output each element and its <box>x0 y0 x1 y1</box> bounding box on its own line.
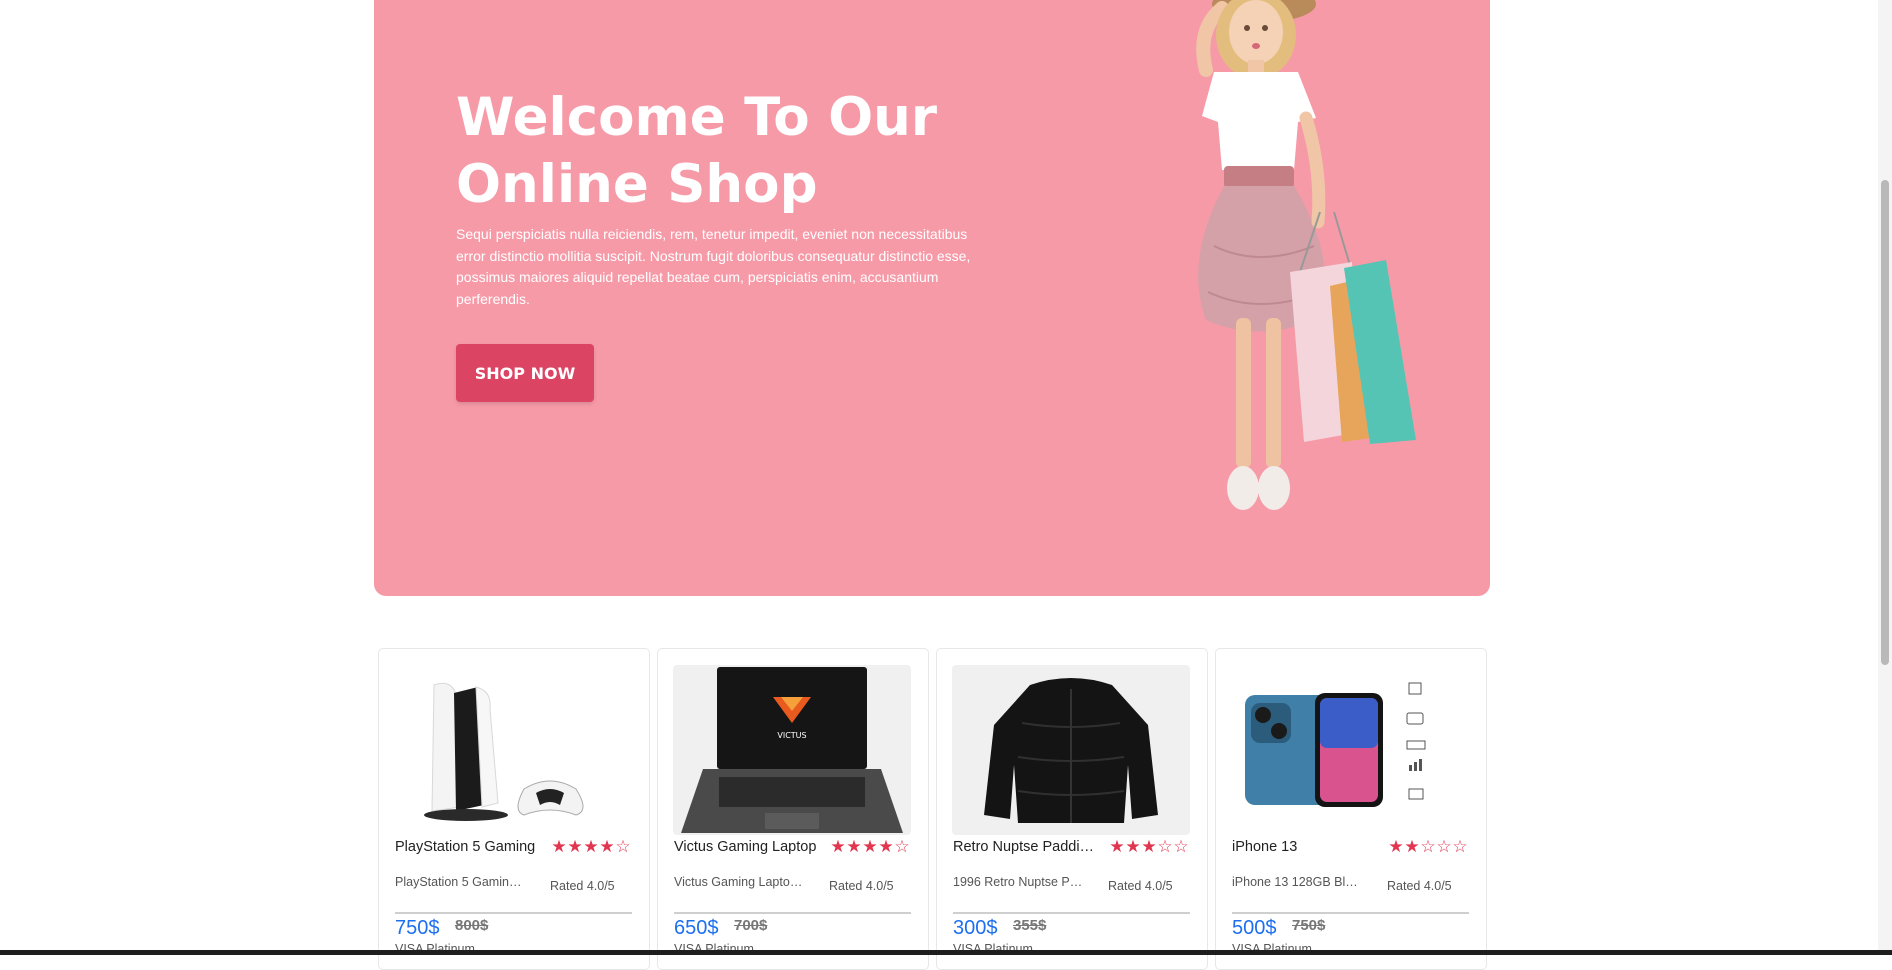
star-rating: ★ ★ ★ ☆ ☆ <box>1109 837 1189 857</box>
product-description: PlayStation 5 Gaming... <box>395 875 525 889</box>
divider <box>674 912 911 914</box>
star-filled-icon: ★ <box>583 837 599 856</box>
star-filled-icon: ★ <box>1141 837 1157 856</box>
product-description: Victus Gaming Laptop... <box>674 875 804 889</box>
product-card[interactable]: VICTUS Victus Gaming Laptop ★ ★ ★ ★ ☆ Victus… <box>657 648 929 970</box>
playstation-5-image[interactable] <box>394 665 632 835</box>
product-name[interactable]: PlayStation 5 Gaming <box>395 839 540 855</box>
bottom-bar <box>0 950 1892 955</box>
star-filled-icon: ★ <box>1388 837 1404 856</box>
product-description: 1996 Retro Nuptse Pa... <box>953 875 1083 889</box>
product-card[interactable]: Retro Nuptse Padding... ★ ★ ★ ☆ ☆ 1996 Retro… <box>936 648 1208 970</box>
girl-with-shopping-bags-image <box>1196 0 1416 510</box>
rated-label: Rated 4.0/5 <box>1387 879 1452 893</box>
star-filled-icon: ★ <box>878 837 894 856</box>
product-card[interactable]: PlayStation 5 Gaming ★ ★ ★ ★ ☆ PlayStation 5… <box>378 648 650 970</box>
shop-now-button[interactable]: SHOP NOW <box>456 344 594 402</box>
star-empty-icon: ☆ <box>1420 837 1436 856</box>
star-empty-icon: ☆ <box>894 837 910 856</box>
hero-banner: Welcome To Our Online Shop Sequi perspic… <box>374 0 1490 596</box>
product-name[interactable]: iPhone 13 <box>1232 839 1377 855</box>
star-filled-icon: ★ <box>567 837 583 856</box>
star-filled-icon: ★ <box>551 837 567 856</box>
old-price: 800$ <box>455 917 489 934</box>
divider <box>953 912 1190 914</box>
star-empty-icon: ☆ <box>1436 837 1452 856</box>
star-filled-icon: ★ <box>599 837 615 856</box>
product-description: iPhone 13 128GB Blue... <box>1232 875 1362 889</box>
old-price: 700$ <box>734 917 768 934</box>
laptop-brand-text: VICTUS <box>777 731 806 740</box>
star-filled-icon: ★ <box>1109 837 1125 856</box>
price: 300$ <box>953 917 998 939</box>
hero-description: Sequi perspiciatis nulla reiciendis, rem… <box>456 226 971 307</box>
star-empty-icon: ☆ <box>1173 837 1189 856</box>
vertical-scrollbar[interactable] <box>1878 0 1892 955</box>
product-name[interactable]: Retro Nuptse Padding... <box>953 839 1098 855</box>
laptop-image[interactable]: VICTUS <box>673 665 911 835</box>
star-filled-icon: ★ <box>862 837 878 856</box>
divider <box>1232 912 1469 914</box>
iphone-image[interactable] <box>1231 665 1469 835</box>
rated-label: Rated 4.0/5 <box>550 879 615 893</box>
star-filled-icon: ★ <box>1404 837 1420 856</box>
old-price: 750$ <box>1292 917 1326 934</box>
product-card[interactable]: iPhone 13 ★ ★ ☆ ☆ ☆ iPhone 13 128GB Blue... … <box>1215 648 1487 970</box>
price: 500$ <box>1232 917 1277 939</box>
price: 650$ <box>674 917 719 939</box>
star-filled-icon: ★ <box>830 837 846 856</box>
star-empty-icon: ☆ <box>615 837 631 856</box>
scrollbar-thumb[interactable] <box>1881 180 1889 665</box>
hero-title: Welcome To Our Online Shop <box>456 87 938 215</box>
old-price: 355$ <box>1013 917 1047 934</box>
rated-label: Rated 4.0/5 <box>829 879 894 893</box>
price: 750$ <box>395 917 440 939</box>
product-name[interactable]: Victus Gaming Laptop <box>674 839 819 855</box>
rated-label: Rated 4.0/5 <box>1108 879 1173 893</box>
star-empty-icon: ☆ <box>1157 837 1173 856</box>
star-filled-icon: ★ <box>846 837 862 856</box>
star-rating: ★ ★ ☆ ☆ ☆ <box>1388 837 1468 857</box>
star-filled-icon: ★ <box>1125 837 1141 856</box>
puffer-jacket-image[interactable] <box>952 665 1190 835</box>
star-empty-icon: ☆ <box>1452 837 1468 856</box>
star-rating: ★ ★ ★ ★ ☆ <box>551 837 631 857</box>
star-rating: ★ ★ ★ ★ ☆ <box>830 837 910 857</box>
divider <box>395 912 632 914</box>
